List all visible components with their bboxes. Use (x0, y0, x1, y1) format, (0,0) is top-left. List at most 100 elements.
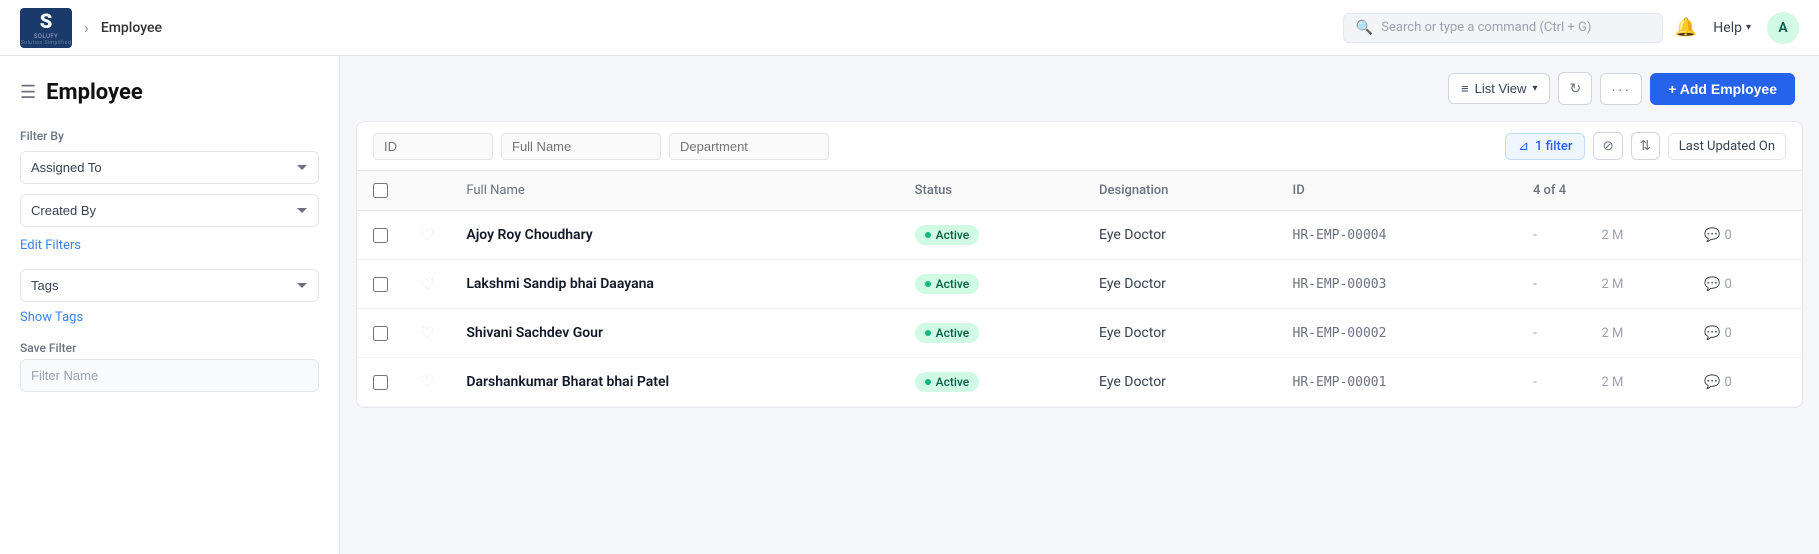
status-badge: Active (915, 225, 980, 245)
select-all-checkbox[interactable] (373, 183, 388, 198)
row-full-name-cell: Lakshmi Sandip bhai Daayana (450, 260, 898, 309)
add-employee-button[interactable]: + Add Employee (1650, 73, 1795, 105)
add-employee-label: + Add Employee (1668, 81, 1777, 97)
row-designation-cell: Eye Doctor (1083, 358, 1276, 407)
th-count-label: 4 of 4 (1533, 183, 1566, 198)
row-time-cell: 2 M (1585, 211, 1688, 260)
row-checkbox[interactable] (373, 228, 388, 243)
show-tags-link[interactable]: Show Tags (20, 310, 319, 325)
filter-by-label: Filter By (20, 129, 319, 143)
status-label: Active (936, 277, 970, 291)
row-checkbox[interactable] (373, 277, 388, 292)
help-menu[interactable]: Help ▾ (1713, 20, 1751, 36)
favorite-button[interactable]: ♡ (420, 225, 434, 245)
active-filter-badge[interactable]: ⊿ 1 filter (1505, 133, 1585, 160)
logo-letter: S (40, 9, 53, 33)
row-favorite-cell: ♡ (404, 211, 450, 260)
filter-clear-icon: ⊘ (1602, 138, 1613, 153)
comment-count: 💬 0 (1704, 326, 1786, 341)
th-status: Status (899, 171, 1083, 211)
comment-icon: 💬 (1704, 375, 1720, 390)
row-favorite-cell: ♡ (404, 309, 450, 358)
row-status-cell: Active (899, 309, 1083, 358)
comment-number: 0 (1725, 375, 1732, 390)
employee-id: HR-EMP-00001 (1293, 375, 1387, 390)
row-id-cell: HR-EMP-00002 (1277, 309, 1517, 358)
refresh-button[interactable]: ↻ (1558, 72, 1592, 105)
employee-table-body: ♡ Ajoy Roy Choudhary Active Eye Doctor H… (357, 211, 1802, 407)
row-favorite-cell: ♡ (404, 358, 450, 407)
sort-button[interactable]: ⇅ (1631, 132, 1660, 160)
clear-filter-button[interactable]: ⊘ (1593, 132, 1622, 160)
time-value: 2 M (1601, 228, 1623, 243)
row-checkbox[interactable] (373, 375, 388, 390)
department-filter-input[interactable] (669, 133, 829, 160)
status-dot (925, 330, 931, 336)
list-view-label: List View (1475, 81, 1527, 96)
favorite-button[interactable]: ♡ (420, 274, 434, 294)
row-checkbox-cell (357, 309, 404, 358)
th-count: 4 of 4 (1517, 171, 1802, 211)
save-filter-section: Save Filter (20, 341, 319, 392)
comment-icon: 💬 (1704, 228, 1720, 243)
comment-count: 💬 0 (1704, 375, 1786, 390)
row-checkbox[interactable] (373, 326, 388, 341)
employee-full-name: Darshankumar Bharat bhai Patel (466, 374, 669, 390)
breadcrumb-page: Employee (101, 20, 162, 36)
row-checkbox-cell (357, 260, 404, 309)
status-label: Active (936, 375, 970, 389)
status-dot (925, 281, 931, 287)
toolbar-right: ≡ List View ▾ ↻ ··· + Add Employee (1448, 72, 1795, 105)
row-dash-cell: - (1517, 211, 1586, 260)
tags-section: Tags Show Tags (20, 269, 319, 325)
tags-select[interactable]: Tags (20, 269, 319, 302)
designation-value: Eye Doctor (1099, 276, 1166, 292)
employee-full-name: Ajoy Roy Choudhary (466, 227, 592, 243)
id-filter-input[interactable] (373, 133, 493, 160)
ellipsis-icon: ··· (1611, 81, 1631, 97)
help-label: Help (1713, 20, 1742, 36)
th-status-label: Status (915, 183, 952, 198)
th-id: ID (1277, 171, 1517, 211)
chevron-down-icon: ▾ (1746, 22, 1751, 33)
topnav: S SOLUFY Solution Simplified › Employee … (0, 0, 1819, 56)
employee-id: HR-EMP-00004 (1293, 228, 1387, 243)
created-by-select[interactable]: Created By (20, 194, 319, 227)
comment-number: 0 (1725, 228, 1732, 243)
save-filter-label: Save Filter (20, 341, 319, 355)
nav-right: 🔔 Help ▾ A (1675, 12, 1799, 44)
full-name-filter-input[interactable] (501, 133, 661, 160)
table-row: ♡ Darshankumar Bharat bhai Patel Active … (357, 358, 1802, 407)
logo-subtext: SOLUFY (34, 33, 59, 40)
assigned-to-select[interactable]: Assigned To (20, 151, 319, 184)
row-designation-cell: Eye Doctor (1083, 211, 1276, 260)
designation-value: Eye Doctor (1099, 227, 1166, 243)
logo: S SOLUFY Solution Simplified (20, 8, 72, 48)
sort-label[interactable]: Last Updated On (1668, 133, 1786, 160)
dash-value: - (1533, 227, 1537, 243)
breadcrumb-separator: › (84, 18, 89, 37)
employee-id: HR-EMP-00003 (1293, 277, 1387, 292)
global-search[interactable]: 🔍 Search or type a command (Ctrl + G) (1343, 13, 1663, 43)
favorite-button[interactable]: ♡ (420, 323, 434, 343)
table-row: ♡ Ajoy Roy Choudhary Active Eye Doctor H… (357, 211, 1802, 260)
employee-full-name: Lakshmi Sandip bhai Daayana (466, 276, 654, 292)
hamburger-icon[interactable]: ☰ (20, 82, 36, 103)
row-status-cell: Active (899, 358, 1083, 407)
time-value: 2 M (1601, 277, 1623, 292)
favorite-button[interactable]: ♡ (420, 372, 434, 392)
row-comment-cell: 💬 0 (1688, 358, 1802, 407)
time-value: 2 M (1601, 326, 1623, 341)
filter-name-input[interactable] (20, 359, 319, 392)
more-options-button[interactable]: ··· (1600, 73, 1642, 105)
avatar[interactable]: A (1767, 12, 1799, 44)
list-view-button[interactable]: ≡ List View ▾ (1448, 73, 1550, 104)
search-placeholder: Search or type a command (Ctrl + G) (1381, 20, 1591, 35)
edit-filters-link[interactable]: Edit Filters (20, 238, 81, 253)
notification-bell-icon[interactable]: 🔔 (1675, 17, 1697, 38)
row-full-name-cell: Ajoy Roy Choudhary (450, 211, 898, 260)
toolbar: ≡ List View ▾ ↻ ··· + Add Employee (340, 56, 1819, 121)
search-icon: 🔍 (1356, 20, 1373, 36)
filter-bar-right: ⊿ 1 filter ⊘ ⇅ Last Updated On (1505, 132, 1786, 160)
row-full-name-cell: Shivani Sachdev Gour (450, 309, 898, 358)
